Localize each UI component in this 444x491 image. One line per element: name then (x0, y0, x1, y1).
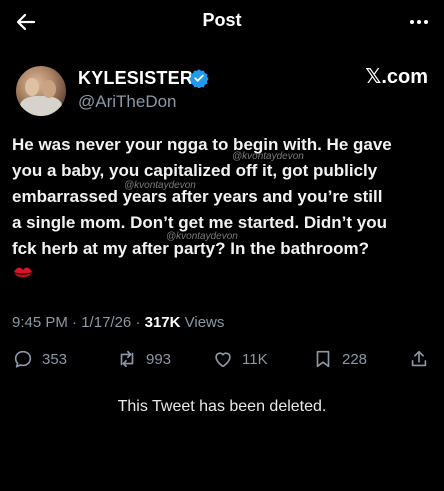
top-bar: Post (0, 0, 444, 44)
views-label: Views (184, 314, 225, 331)
watermark: @kvontaydevon (232, 151, 304, 162)
bookmark-icon (316, 350, 330, 368)
page-title: Post (202, 10, 242, 30)
reply-icon (14, 350, 32, 368)
repost-count: 993 (146, 350, 172, 368)
watermark: @kvontaydevon (124, 180, 196, 191)
tweet-date[interactable]: 1/17/26 (81, 314, 131, 331)
reply-button[interactable]: 353 (12, 344, 67, 374)
kiss-mark-icon (14, 267, 32, 278)
avatar-face-shape (25, 78, 39, 96)
tweet-time[interactable]: 9:45 PM (12, 314, 68, 331)
views-count[interactable]: 317K (145, 314, 181, 331)
author-handle[interactable]: @AriTheDon (78, 92, 177, 112)
tweet-text: He was never your ngga to begin with. He… (12, 132, 436, 262)
author-display-name[interactable]: KYLESISTER (78, 68, 193, 89)
tweet-meta: 9:45 PM · 1/17/26 · 317K Views (12, 314, 224, 331)
tweet-line: embarrassed years after years and you’re… (12, 187, 383, 206)
share-icon (411, 350, 427, 367)
bookmark-button[interactable]: 228 (312, 344, 367, 374)
brand-logo-text: 𝕏.com (365, 66, 428, 88)
action-bar: 353 993 11K 228 (0, 344, 444, 374)
watermark: @kvontaydevon (166, 231, 238, 242)
avatar[interactable] (16, 66, 66, 116)
share-button[interactable] (408, 344, 430, 374)
verified-badge-icon (189, 69, 209, 88)
bookmark-count: 228 (342, 350, 368, 368)
like-button[interactable]: 11K (212, 344, 268, 374)
like-count: 11K (242, 350, 268, 368)
repost-icon (120, 350, 134, 368)
more-dots-icon[interactable] (408, 14, 430, 30)
deleted-notice: This Tweet has been deleted. (117, 398, 327, 415)
avatar-body-shape (20, 96, 62, 116)
tweet-line: you a baby, you capitalized off it, got … (12, 161, 378, 180)
reply-count: 353 (42, 350, 68, 368)
tweet-line: He was never your ngga to begin with. He… (12, 135, 392, 154)
avatar-face-shape (42, 80, 56, 98)
heart-icon (215, 352, 231, 368)
repost-button[interactable]: 993 (116, 344, 171, 374)
meta-separator: · (135, 314, 145, 331)
meta-separator: · (72, 314, 82, 331)
